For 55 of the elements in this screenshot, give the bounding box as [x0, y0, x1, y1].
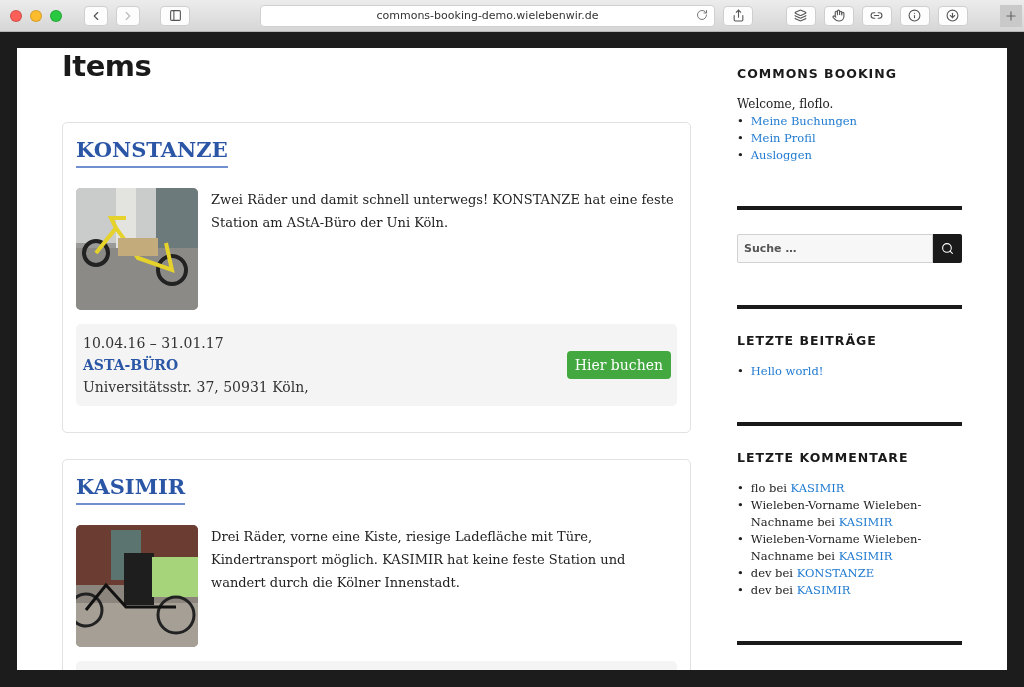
- list-bullet: •: [737, 480, 744, 497]
- post-link[interactable]: KASIMIR: [796, 583, 851, 597]
- comment-entry: dev bei KASIMIR: [750, 582, 851, 599]
- comment-entry: dev bei KONSTANZE: [750, 565, 875, 582]
- widget-title: COMMONS BOOKING: [737, 66, 898, 81]
- widget-title: LETZTE KOMMENTARE: [737, 450, 910, 465]
- back-button[interactable]: [84, 5, 108, 26]
- post-link[interactable]: KASIMIR: [838, 549, 893, 563]
- post-link[interactable]: Hello world!: [750, 363, 824, 380]
- close-button[interactable]: [10, 9, 22, 22]
- hand-icon[interactable]: [823, 5, 854, 26]
- list-bullet: •: [737, 565, 744, 582]
- item-title-link[interactable]: KONSTANZE: [76, 135, 228, 168]
- zoom-button[interactable]: [50, 9, 62, 22]
- location-address: Universitätsstr. 37, 50931 Köln,: [83, 378, 309, 397]
- info-icon[interactable]: [899, 5, 930, 26]
- new-tab-button[interactable]: [1000, 4, 1022, 27]
- post-link[interactable]: KONSTANZE: [796, 566, 875, 580]
- sidebar-button[interactable]: [160, 5, 190, 26]
- item-description: Drei Räder, vorne eine Kiste, riesige Ladefläche mit Türe, Kindertransport möglich. KASIMIR hat keine feste Station und wandert durch die Kölner Innenstadt.: [211, 528, 627, 592]
- comment-entry: Wieleben-Vorname Wieleben-Nachname bei KASIMIR: [750, 497, 923, 531]
- book-button[interactable]: Hier buchen: [566, 351, 671, 379]
- account-link[interactable]: Meine Buchungen: [750, 113, 857, 130]
- search-icon: [941, 242, 954, 255]
- list-bullet: •: [737, 582, 744, 599]
- reload-icon[interactable]: [696, 8, 708, 21]
- list-bullet: •: [737, 130, 744, 147]
- comment-entry: Wieleben-Vorname Wieleben-Nachname bei KASIMIR: [750, 531, 923, 565]
- download-icon[interactable]: [937, 5, 968, 26]
- item-description: Zwei Räder und damit schnell unterwegs! KONSTANZE hat eine feste Station am AStA-Büro der Uni Köln.: [211, 191, 675, 232]
- account-link[interactable]: Mein Profil: [750, 130, 816, 147]
- list-bullet: •: [737, 113, 744, 130]
- welcome-text: Welcome, floflo.: [737, 96, 835, 113]
- search-button[interactable]: [933, 234, 962, 263]
- sidebar-icon: [168, 9, 182, 22]
- plus-icon: [1004, 8, 1018, 23]
- account-link[interactable]: Ausloggen: [750, 147, 812, 164]
- widget-title: LETZTE BEITRÄGE: [737, 333, 878, 348]
- comment-entry: flo bei KASIMIR: [750, 480, 845, 497]
- list-bullet: •: [737, 531, 744, 548]
- layers-icon[interactable]: [785, 5, 816, 26]
- share-button[interactable]: [723, 5, 753, 26]
- booking-dates: 10.04.16 – 31.01.17: [83, 334, 225, 353]
- location-link[interactable]: ASTA-BÜRO: [83, 354, 309, 376]
- share-icon: [731, 9, 745, 22]
- post-link[interactable]: KASIMIR: [790, 481, 845, 495]
- list-bullet: •: [737, 363, 744, 380]
- address-bar[interactable]: commons-booking-demo.wielebenwir.de: [260, 4, 715, 27]
- search-field[interactable]: Suche …: [737, 234, 933, 263]
- link-icon[interactable]: [861, 5, 892, 26]
- post-link[interactable]: KASIMIR: [838, 515, 893, 529]
- item-title-link[interactable]: KASIMIR: [76, 472, 186, 505]
- page-title: Items: [62, 48, 153, 84]
- list-bullet: •: [737, 147, 744, 164]
- list-bullet: •: [737, 497, 744, 514]
